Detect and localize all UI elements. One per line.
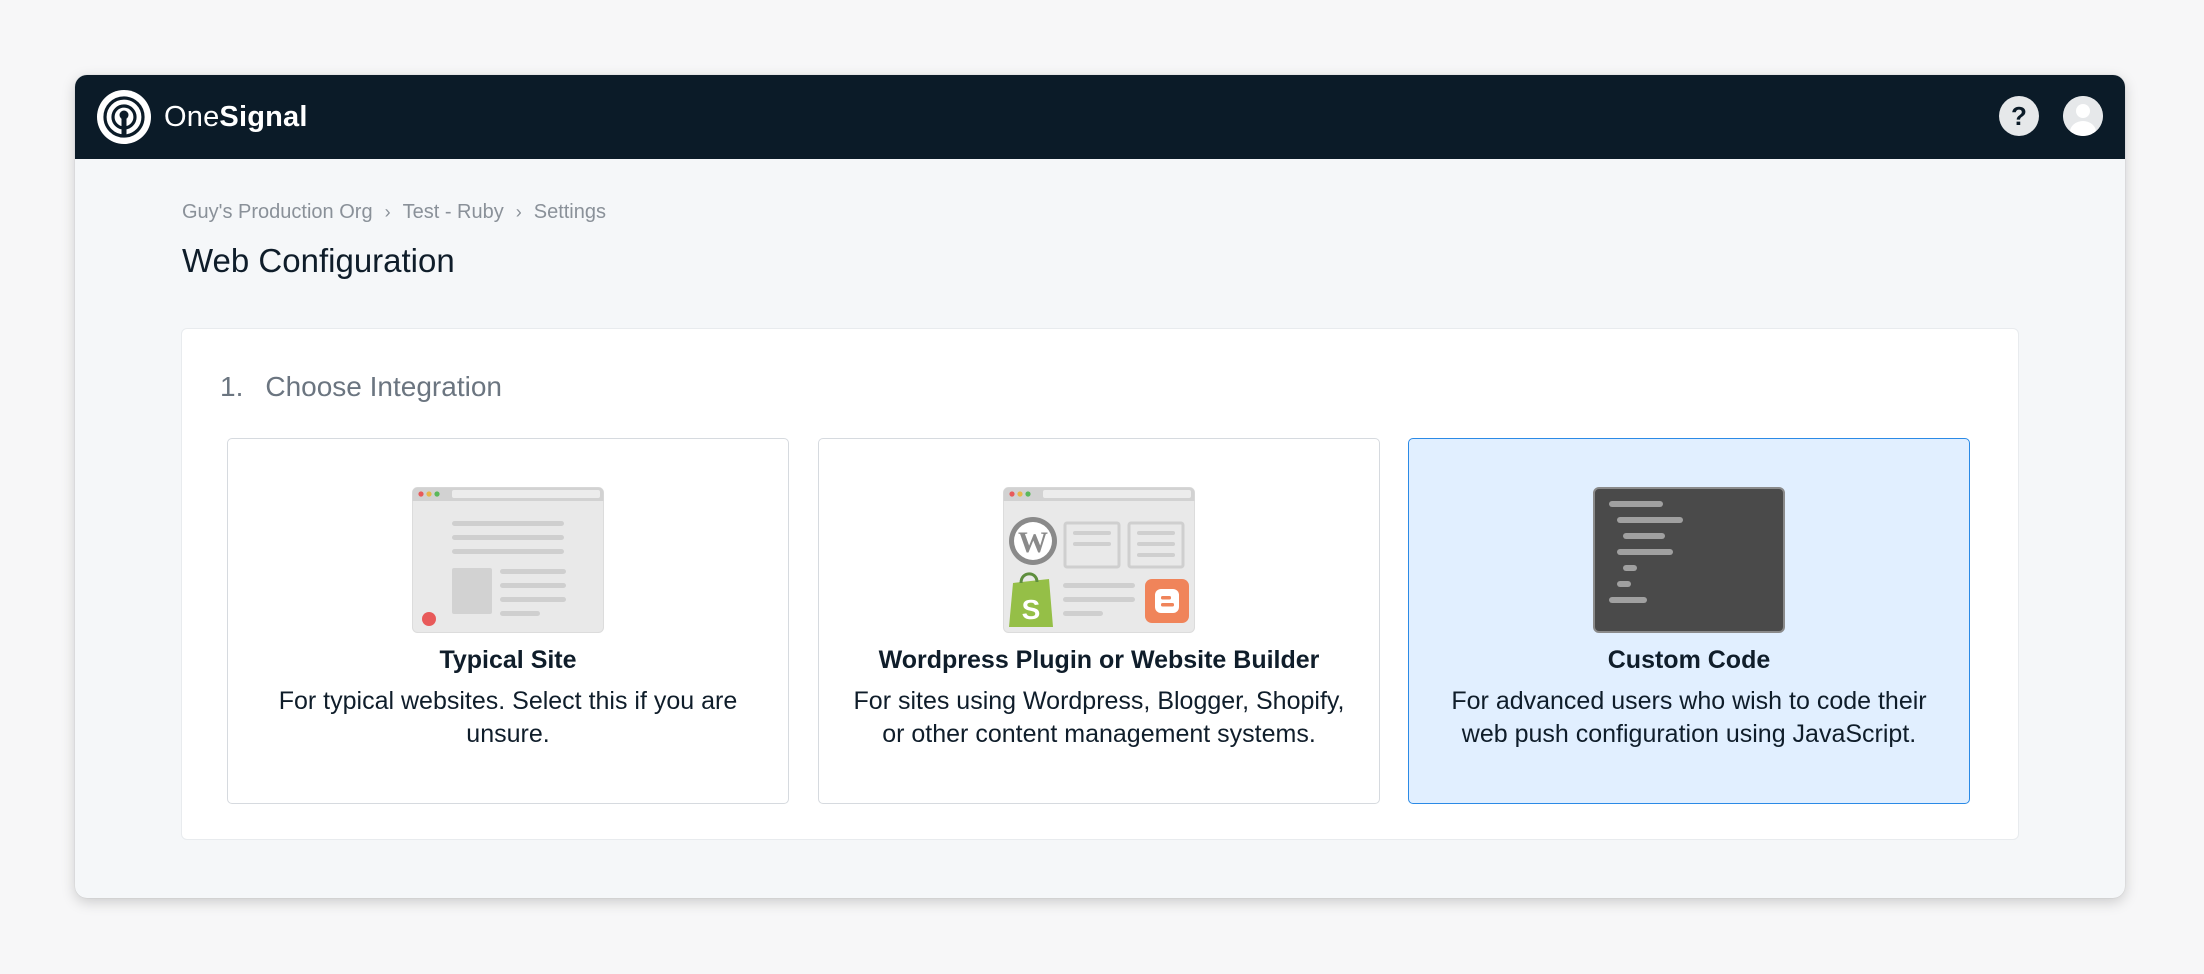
- option-description: For typical websites. Select this if you…: [278, 687, 738, 748]
- top-navigation-bar: OneSignal ?: [75, 75, 2125, 159]
- breadcrumb-item-settings[interactable]: Settings: [534, 201, 606, 224]
- step-heading: 1. Choose Integration: [220, 371, 502, 403]
- integration-panel: 1. Choose Integration Typical Site For t…: [181, 328, 2019, 840]
- breadcrumb-item-org[interactable]: Guy's Production Org: [182, 201, 373, 224]
- browser-page-icon: [412, 487, 604, 633]
- breadcrumb: Guy's Production Org › Test - Ruby › Set…: [182, 201, 606, 224]
- option-description: For sites using Wordpress, Blogger, Shop…: [853, 687, 1345, 748]
- option-title: Custom Code: [1607, 646, 1771, 674]
- brand-name: OneSignal: [164, 101, 308, 134]
- breadcrumb-separator: ›: [384, 202, 391, 222]
- onesignal-logo-icon: [97, 90, 151, 144]
- step-number: 1.: [220, 371, 244, 402]
- cms-builder-icon: W S: [1003, 487, 1195, 633]
- option-card-website-builder[interactable]: W S Wordpress Plugin or Website Builder …: [818, 438, 1380, 804]
- option-card-custom-code[interactable]: Custom Code For advanced users who wish …: [1408, 438, 1970, 804]
- user-avatar-icon: [2063, 96, 2103, 136]
- page-title: Web Configuration: [182, 242, 455, 279]
- code-editor-icon: [1593, 487, 1785, 633]
- brand-name-part2: Signal: [219, 100, 308, 133]
- option-title: Wordpress Plugin or Website Builder: [878, 646, 1320, 674]
- option-title: Typical Site: [439, 646, 577, 674]
- svg-text:S: S: [1022, 594, 1041, 625]
- breadcrumb-item-app[interactable]: Test - Ruby: [403, 201, 504, 224]
- help-button[interactable]: ?: [1999, 96, 2039, 136]
- app-window: OneSignal ? Guy's Production Org › Test …: [75, 75, 2125, 898]
- option-card-typical-site[interactable]: Typical Site For typical websites. Selec…: [227, 438, 789, 804]
- option-description: For advanced users who wish to code thei…: [1451, 687, 1927, 748]
- onesignal-logo[interactable]: OneSignal: [96, 88, 308, 146]
- svg-text:W: W: [1018, 526, 1048, 559]
- user-avatar-button[interactable]: [2063, 96, 2103, 136]
- brand-name-part1: One: [164, 100, 220, 133]
- step-title: Choose Integration: [265, 371, 502, 402]
- breadcrumb-separator: ›: [515, 202, 522, 222]
